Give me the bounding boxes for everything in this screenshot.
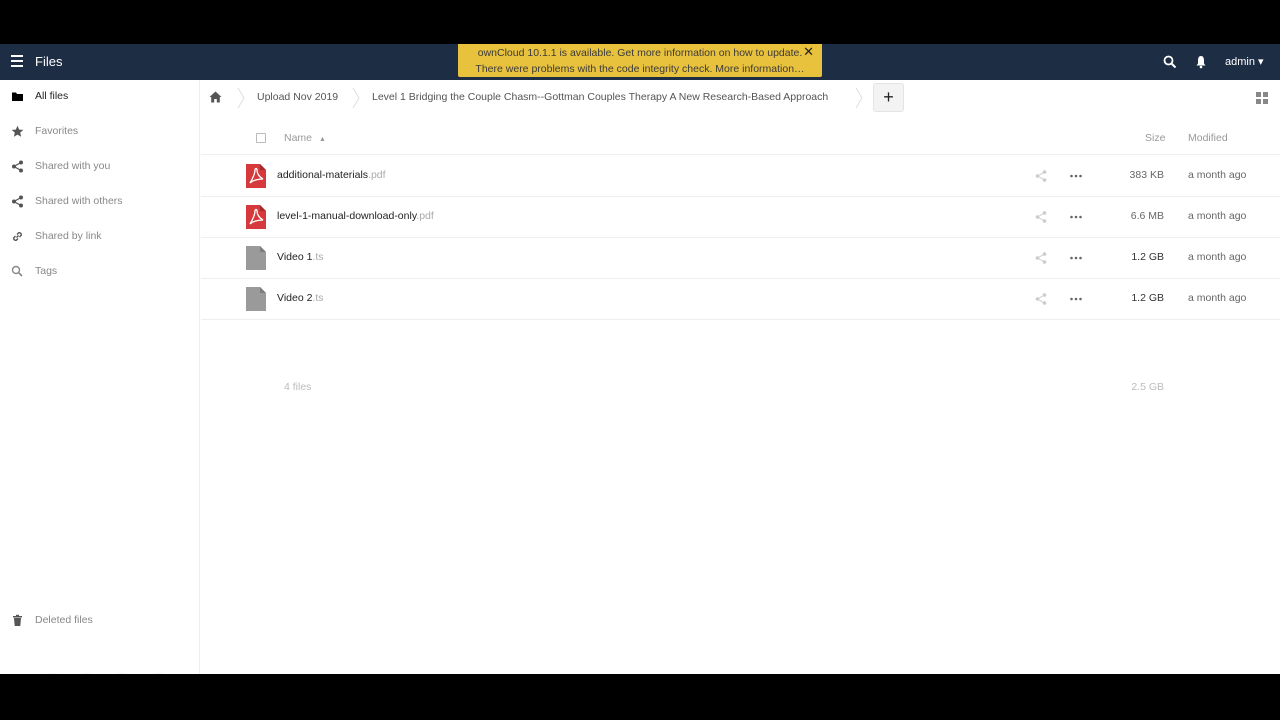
share-icon[interactable] [1035, 252, 1047, 264]
file-list-area: Upload Nov 2019 Level 1 Bridging the Cou… [201, 80, 1280, 674]
recording-controls: ··· [4, 672, 184, 674]
select-all-checkbox[interactable] [256, 133, 266, 143]
share-icon [12, 195, 23, 208]
table-row[interactable]: Video 1.ts 1.2 GB a month ago [201, 238, 1280, 279]
file-size: 1.2 GB [1131, 251, 1164, 263]
sidebar: All files Favorites Shared with you Shar… [0, 80, 200, 674]
link-icon [13, 232, 22, 241]
home-icon[interactable] [209, 91, 222, 103]
file-basename: additional-materials [277, 169, 369, 181]
file-modified: a month ago [1188, 210, 1247, 222]
breadcrumb-separator-icon [352, 87, 360, 109]
sidebar-item-shared-by-link[interactable]: Shared by link [0, 224, 200, 250]
file-name[interactable]: additional-materials.pdf [277, 169, 386, 181]
file-basename: level-1-manual-download-only [277, 210, 417, 222]
search-icon[interactable] [1163, 55, 1177, 69]
pdf-file-icon [246, 164, 266, 188]
top-header: Files ownCloud 10.1.1 is available. Get … [0, 44, 1280, 80]
file-modified: a month ago [1188, 251, 1247, 263]
sidebar-item-shared-with-others[interactable]: Shared with others [0, 189, 200, 215]
sidebar-item-favorites[interactable]: Favorites [0, 119, 200, 145]
search-icon [11, 265, 23, 277]
file-extension: .pdf [416, 210, 434, 222]
table-row[interactable]: Video 2.ts 1.2 GB a month ago [201, 279, 1280, 320]
share-icon [12, 160, 23, 173]
more-actions-icon[interactable] [1070, 253, 1082, 263]
grid-view-icon[interactable] [1256, 92, 1268, 104]
file-icon [246, 246, 266, 270]
table-row[interactable]: level-1-manual-download-only.pdf 6.6 MB … [201, 197, 1280, 238]
sidebar-item-label: Shared by link [35, 230, 102, 242]
sidebar-item-label: Shared with others [35, 195, 123, 207]
star-icon [11, 125, 24, 137]
file-size: 383 KB [1129, 169, 1164, 181]
file-extension: .ts [312, 292, 324, 304]
total-size-summary: 2.5 GB [1131, 381, 1164, 393]
file-extension: .pdf [368, 169, 386, 181]
sidebar-item-all-files[interactable]: All files [0, 84, 200, 110]
file-basename: Video 2 [277, 292, 313, 304]
file-size: 6.6 MB [1130, 210, 1164, 222]
notification-line-1[interactable]: ownCloud 10.1.1 is available. Get more i… [458, 45, 822, 61]
sidebar-item-label: Favorites [35, 125, 79, 137]
share-icon[interactable] [1035, 293, 1047, 305]
more-actions-icon[interactable] [1070, 212, 1082, 222]
file-name[interactable]: Video 2.ts [277, 292, 324, 304]
sidebar-item-label: Deleted files [35, 614, 93, 626]
table-header: Name ▲ Size Modified [201, 120, 1280, 155]
name-column-header[interactable]: Name ▲ [284, 132, 326, 144]
file-basename: Video 1 [277, 251, 313, 263]
notification-line-2[interactable]: There were problems with the code integr… [458, 61, 822, 77]
file-name[interactable]: Video 1.ts [277, 251, 324, 263]
share-icon[interactable] [1035, 211, 1047, 223]
file-size: 1.2 GB [1131, 292, 1164, 304]
name-column-label: Name [284, 132, 313, 144]
sidebar-item-label: Shared with you [35, 160, 111, 172]
file-icon [246, 287, 266, 311]
sidebar-item-label: All files [35, 90, 69, 102]
share-icon[interactable] [1035, 170, 1047, 182]
file-extension: .ts [312, 251, 324, 263]
notification-close-button[interactable]: ✕ [803, 45, 814, 59]
file-name[interactable]: level-1-manual-download-only.pdf [277, 210, 434, 222]
file-modified: a month ago [1188, 169, 1247, 181]
modified-column-header[interactable]: Modified [1188, 132, 1228, 144]
user-menu[interactable]: admin ▾ [1225, 55, 1264, 68]
table-row[interactable]: additional-materials.pdf 383 KB a month … [201, 156, 1280, 197]
sort-ascending-icon: ▲ [318, 136, 326, 143]
menu-icon[interactable] [9, 55, 25, 69]
more-actions-icon[interactable] [1070, 294, 1082, 304]
trash-icon [13, 614, 22, 626]
new-file-button[interactable]: + [873, 83, 904, 112]
file-count-summary: 4 files [284, 381, 312, 393]
app-title[interactable]: Files [35, 54, 62, 69]
sidebar-item-deleted-files[interactable]: Deleted files [0, 608, 200, 634]
breadcrumb-separator-icon [237, 87, 245, 109]
app-window: Files ownCloud 10.1.1 is available. Get … [0, 44, 1280, 674]
folder-icon [12, 92, 23, 101]
file-modified: a month ago [1188, 292, 1247, 304]
breadcrumb-separator-icon [855, 87, 863, 109]
update-notification[interactable]: ownCloud 10.1.1 is available. Get more i… [458, 44, 822, 77]
bell-icon[interactable] [1195, 55, 1207, 69]
breadcrumb: Upload Nov 2019 Level 1 Bridging the Cou… [201, 80, 1280, 116]
breadcrumb-current-folder[interactable]: Level 1 Bridging the Couple Chasm--Gottm… [372, 91, 828, 103]
pdf-file-icon [246, 205, 266, 229]
sidebar-item-label: Tags [35, 265, 58, 277]
breadcrumb-upload-nov-2019[interactable]: Upload Nov 2019 [257, 91, 338, 103]
size-column-header[interactable]: Size [1145, 132, 1165, 144]
sidebar-item-shared-with-you[interactable]: Shared with you [0, 154, 200, 180]
sidebar-item-tags[interactable]: Tags [0, 259, 200, 285]
more-actions-icon[interactable] [1070, 171, 1082, 181]
